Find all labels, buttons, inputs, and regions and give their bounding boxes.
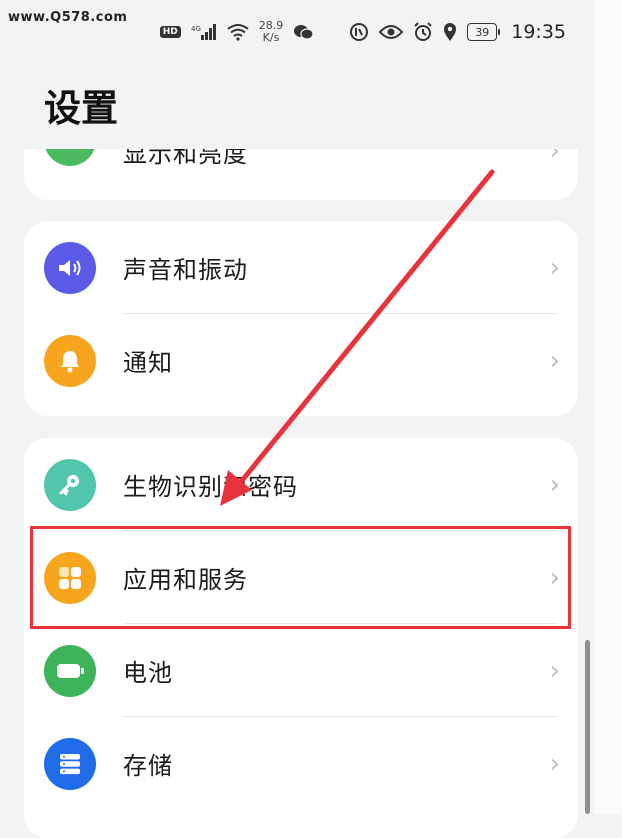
scrollbar[interactable]	[585, 640, 590, 814]
annotation-arrow	[220, 169, 495, 506]
